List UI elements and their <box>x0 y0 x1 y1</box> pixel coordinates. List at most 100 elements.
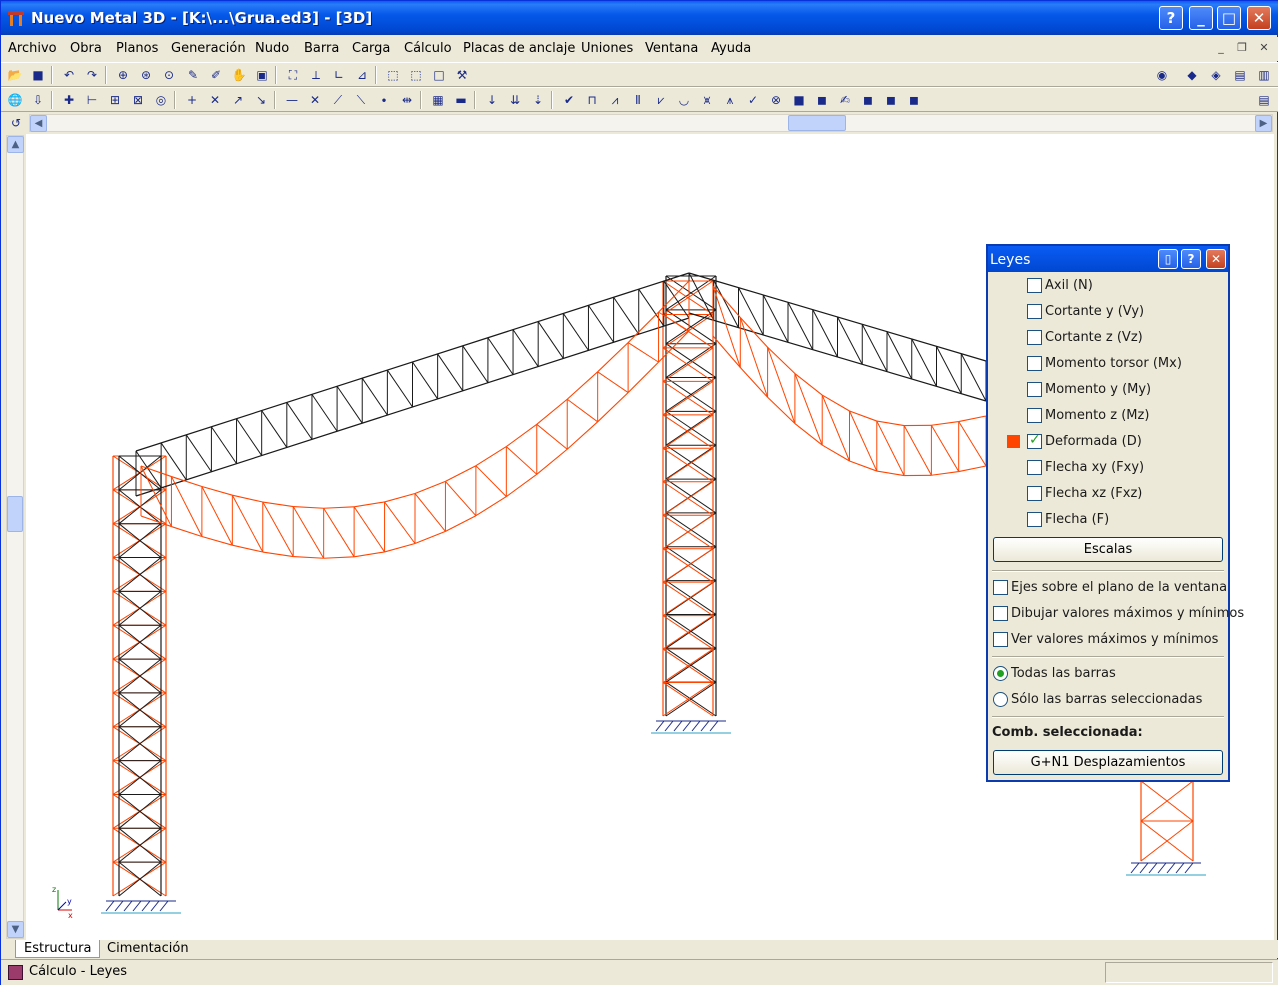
scroll-up-button[interactable]: ▲ <box>7 136 24 153</box>
leyes-close-button[interactable]: ✕ <box>1206 249 1226 269</box>
check-dibujar-valores[interactable] <box>993 606 1008 621</box>
help-button[interactable]: ? <box>1159 6 1183 30</box>
green-box-icon[interactable]: ■ <box>790 91 808 109</box>
delete-bar-icon[interactable]: ✕ <box>306 91 324 109</box>
leyes-book-button[interactable]: ▯ <box>1158 249 1178 269</box>
disabled-tool-icon[interactable]: ◼ <box>813 91 831 109</box>
delete-node-icon[interactable]: ✕ <box>206 91 224 109</box>
frame-icon[interactable]: ⊓ <box>583 91 601 109</box>
select-icon[interactable]: ⬚ <box>384 66 402 84</box>
bar-edit-icon[interactable]: ⟋ <box>329 91 347 109</box>
mdi-restore-button[interactable]: ❐ <box>1234 41 1250 56</box>
window-split-icon[interactable]: ▥ <box>1255 66 1273 84</box>
menu-obra[interactable]: Obra <box>70 41 102 56</box>
edit-icon[interactable]: ✐ <box>207 66 225 84</box>
check-ejes-plano[interactable] <box>993 580 1008 595</box>
stress-icon[interactable]: ⩙ <box>698 91 716 109</box>
menu-ayuda[interactable]: Ayuda <box>711 41 751 56</box>
truss-icon[interactable]: ⩘ <box>606 91 624 109</box>
export-icon[interactable]: ⇩ <box>29 91 47 109</box>
menu-calculo[interactable]: Cálculo <box>404 41 452 56</box>
pan-hand-icon[interactable]: ✋ <box>230 66 248 84</box>
check-flecha[interactable] <box>1027 512 1042 527</box>
minimize-button[interactable]: _ <box>1189 6 1213 30</box>
refresh-icon[interactable]: ↺ <box>7 114 25 132</box>
save-icon[interactable]: ■ <box>29 66 47 84</box>
radio-barras-seleccionadas[interactable] <box>993 692 1008 707</box>
cube-view-icon[interactable]: ◈ <box>1207 66 1225 84</box>
horizontal-scrollbar[interactable]: ◀ ▶ <box>29 114 1273 132</box>
zoom-window-icon[interactable]: ⊕ <box>114 66 132 84</box>
dimension-icon[interactable]: ⊢ <box>83 91 101 109</box>
menu-generacion[interactable]: Generación <box>171 41 246 56</box>
diagram-icon[interactable]: ⩗ <box>652 91 670 109</box>
load-node-icon[interactable]: ↓ <box>483 91 501 109</box>
load-surface-icon[interactable]: ⇣ <box>529 91 547 109</box>
deflection-icon[interactable]: ◡ <box>675 91 693 109</box>
grid-icon[interactable]: ⊞ <box>106 91 124 109</box>
axes-icon[interactable]: ⟂ <box>307 66 325 84</box>
check-momento-z[interactable] <box>1027 408 1042 423</box>
check-ver-valores[interactable] <box>993 632 1008 647</box>
vertical-scrollbar[interactable]: ▲ ▼ <box>6 135 24 939</box>
menu-ventana[interactable]: Ventana <box>645 41 698 56</box>
view-icon[interactable]: ▣ <box>253 66 271 84</box>
check-axil[interactable] <box>1027 278 1042 293</box>
check-flecha-xz[interactable] <box>1027 486 1042 501</box>
edit-section-icon[interactable]: ✍ <box>836 91 854 109</box>
menu-barra[interactable]: Barra <box>304 41 339 56</box>
horizontal-scroll-thumb[interactable] <box>788 115 846 131</box>
mdi-minimize-button[interactable]: _ <box>1213 41 1229 56</box>
close-button[interactable]: ✕ <box>1247 6 1271 30</box>
window-icon[interactable]: ▤ <box>1255 91 1273 109</box>
menu-archivo[interactable]: Archivo <box>8 41 57 56</box>
binoculars-icon[interactable]: ⛶ <box>284 66 302 84</box>
menu-planos[interactable]: Planos <box>116 41 158 56</box>
bar-rotate-icon[interactable]: ⇹ <box>398 91 416 109</box>
check-icon[interactable]: ✔ <box>560 91 578 109</box>
profile-icon[interactable]: ▬ <box>452 91 470 109</box>
check-momento-torsor[interactable] <box>1027 356 1042 371</box>
menu-placas[interactable]: Placas de anclaje <box>463 41 575 56</box>
scroll-left-button[interactable]: ◀ <box>30 115 47 132</box>
radio-todas-barras[interactable] <box>993 666 1008 681</box>
render-icon[interactable]: ◉ <box>1153 66 1171 84</box>
check-flecha-xy[interactable] <box>1027 460 1042 475</box>
eye-icon[interactable]: ◎ <box>152 91 170 109</box>
disabled-tool-icon[interactable]: ◼ <box>882 91 900 109</box>
check-cortante-z[interactable] <box>1027 330 1042 345</box>
move-node-icon[interactable]: ↗ <box>229 91 247 109</box>
scroll-right-button[interactable]: ▶ <box>1255 115 1272 132</box>
verify-icon[interactable]: ✓ <box>744 91 762 109</box>
scroll-down-button[interactable]: ▼ <box>7 921 24 938</box>
open-icon[interactable]: 📂 <box>6 66 24 84</box>
maximize-button[interactable]: □ <box>1217 6 1241 30</box>
error-check-icon[interactable]: ⩚ <box>721 91 739 109</box>
load-bar-icon[interactable]: ⇊ <box>506 91 524 109</box>
combination-button[interactable]: G+N1 Desplazamientos <box>993 750 1223 775</box>
vertical-scroll-thumb[interactable] <box>7 496 23 532</box>
node-edit-icon[interactable]: ↘ <box>252 91 270 109</box>
measure-icon[interactable]: ⊿ <box>353 66 371 84</box>
zoom-icon[interactable]: ⊙ <box>160 66 178 84</box>
pencil-icon[interactable]: ✎ <box>184 66 202 84</box>
check-deformada[interactable] <box>1027 432 1042 449</box>
zoom-all-icon[interactable]: ⊛ <box>137 66 155 84</box>
bar-split-icon[interactable]: ⟍ <box>352 91 370 109</box>
mdi-close-button[interactable]: ✕ <box>1256 41 1272 56</box>
escalas-button[interactable]: Escalas <box>993 537 1223 562</box>
cube-icon[interactable]: ◆ <box>1183 66 1201 84</box>
leyes-help-button[interactable]: ? <box>1181 249 1201 269</box>
tools-icon[interactable]: ⚒ <box>453 66 471 84</box>
box-icon[interactable]: □ <box>430 66 448 84</box>
menu-nudo[interactable]: Nudo <box>255 41 289 56</box>
tab-cimentacion[interactable]: Cimentación <box>99 940 197 958</box>
columns-icon[interactable]: Ⅱ <box>629 91 647 109</box>
bar-join-icon[interactable]: ∙ <box>375 91 393 109</box>
window-layout-icon[interactable]: ▤ <box>1231 66 1249 84</box>
new-bar-icon[interactable]: — <box>283 91 301 109</box>
check-cortante-y[interactable] <box>1027 304 1042 319</box>
new-node-icon[interactable]: + <box>183 91 201 109</box>
menu-carga[interactable]: Carga <box>352 41 390 56</box>
deformada-color-swatch[interactable] <box>1007 435 1020 448</box>
